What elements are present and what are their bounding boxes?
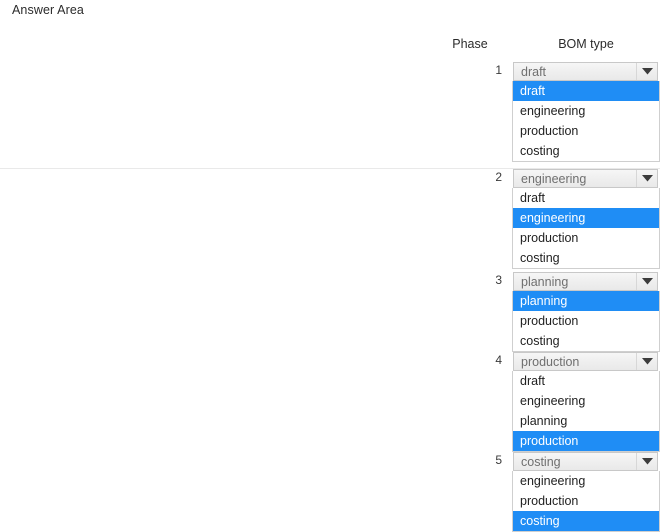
bom-type-listbox[interactable]: draft engineering planning production — [512, 371, 660, 452]
listbox-item[interactable]: draft — [513, 188, 659, 208]
row-number: 2 — [495, 170, 502, 184]
listbox-item[interactable]: engineering — [513, 101, 659, 121]
listbox-item[interactable]: production — [513, 121, 659, 141]
row-number: 4 — [495, 353, 502, 367]
chevron-down-icon[interactable] — [636, 453, 657, 470]
listbox-item[interactable]: production — [513, 311, 659, 331]
bom-type-combobox[interactable]: production — [513, 352, 658, 371]
row-number: 5 — [495, 453, 502, 467]
listbox-item[interactable]: planning — [513, 411, 659, 431]
bom-type-combobox[interactable]: costing — [513, 452, 658, 471]
bom-type-combobox[interactable]: draft — [513, 62, 658, 81]
column-header-bom-type: BOM type — [558, 37, 614, 51]
row-number: 3 — [495, 273, 502, 287]
row-number: 1 — [495, 63, 502, 77]
listbox-item[interactable]: production — [513, 491, 659, 511]
bom-type-listbox[interactable]: planning production costing — [512, 291, 660, 352]
listbox-item-selected[interactable]: costing — [513, 511, 659, 531]
listbox-item-selected[interactable]: draft — [513, 81, 659, 101]
listbox-item[interactable]: costing — [513, 331, 659, 351]
bom-type-listbox[interactable]: draft engineering production costing — [512, 81, 660, 162]
column-header-phase: Phase — [452, 37, 488, 51]
listbox-item-selected[interactable]: planning — [513, 291, 659, 311]
bom-type-listbox[interactable]: engineering production costing — [512, 471, 660, 532]
listbox-item[interactable]: costing — [513, 248, 659, 268]
listbox-item[interactable]: costing — [513, 141, 659, 161]
combobox-selected-value: engineering — [521, 171, 587, 186]
bom-type-listbox[interactable]: draft engineering production costing — [512, 188, 660, 269]
combobox-selected-value: production — [521, 354, 580, 369]
chevron-down-icon[interactable] — [636, 63, 657, 80]
chevron-down-icon[interactable] — [636, 273, 657, 290]
bom-type-combobox[interactable]: planning — [513, 272, 658, 291]
listbox-item[interactable]: production — [513, 228, 659, 248]
listbox-item[interactable]: engineering — [513, 471, 659, 491]
combobox-selected-value: costing — [521, 454, 561, 469]
combobox-selected-value: draft — [521, 64, 547, 79]
listbox-item[interactable]: draft — [513, 371, 659, 391]
listbox-item[interactable]: engineering — [513, 391, 659, 411]
listbox-item-selected[interactable]: production — [513, 431, 659, 451]
chevron-down-icon[interactable] — [636, 353, 657, 370]
page-title: Answer Area — [12, 3, 84, 17]
bom-type-combobox[interactable]: engineering — [513, 169, 658, 188]
chevron-down-icon[interactable] — [636, 170, 657, 187]
listbox-item-selected[interactable]: engineering — [513, 208, 659, 228]
combobox-selected-value: planning — [521, 274, 569, 289]
